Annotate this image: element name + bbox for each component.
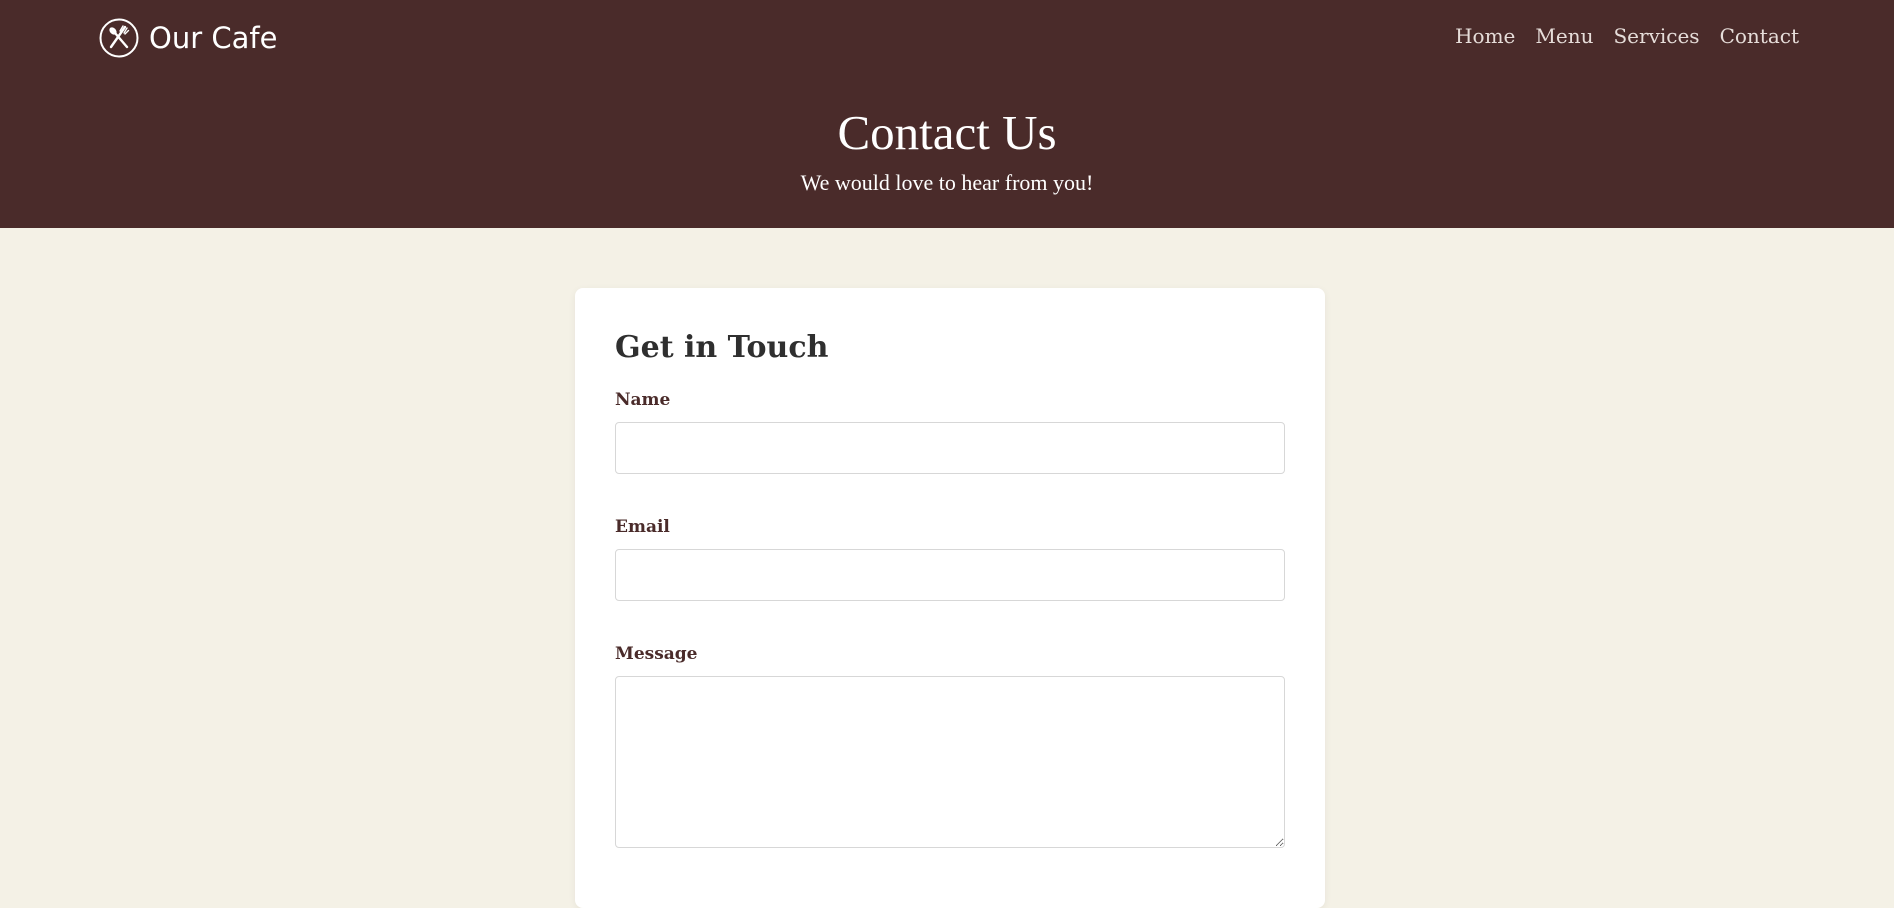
page-title: Contact Us [837,105,1057,160]
email-input[interactable] [615,549,1285,601]
nav-menu[interactable]: Menu [1535,22,1593,50]
brand-name: Our Cafe [149,21,278,55]
name-label: Name [615,390,671,410]
email-label: Email [615,517,670,537]
utensils-icon [99,18,139,58]
brand-link[interactable]: Our Cafe [99,17,277,59]
contact-card: Get in Touch Name Email Message [575,288,1325,908]
nav-services[interactable]: Services [1613,22,1699,50]
message-label: Message [615,644,698,664]
nav-home[interactable]: Home [1455,22,1515,50]
nav-contact[interactable]: Contact [1720,22,1799,50]
main-nav: Home Menu Services Contact [1435,22,1799,50]
page-subtitle: We would love to hear from you! [800,170,1094,195]
name-input[interactable] [615,422,1285,474]
message-textarea[interactable] [615,676,1285,848]
site-header: Our Cafe Home Menu Services Contact Cont… [0,0,1894,228]
contact-form-title: Get in Touch [615,330,829,365]
